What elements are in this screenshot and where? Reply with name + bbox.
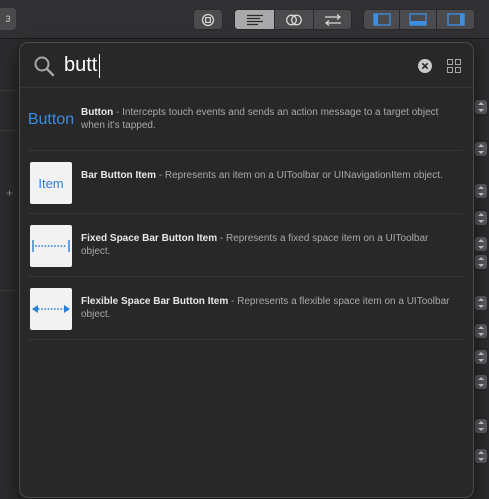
editor-standard-icon xyxy=(246,14,263,25)
inspector-stepper[interactable] xyxy=(475,350,487,364)
background-divider xyxy=(0,130,20,131)
inspector-stepper[interactable] xyxy=(475,211,487,225)
fixed-space-thumbnail xyxy=(30,225,72,267)
tab-badge[interactable]: 3 xyxy=(0,8,16,30)
add-icon[interactable]: + xyxy=(6,186,13,200)
inspector-stepper[interactable] xyxy=(475,324,487,338)
inspector-stepper[interactable] xyxy=(475,296,487,310)
item-summary: - Intercepts touch events and sends an a… xyxy=(81,107,439,131)
row-divider xyxy=(28,213,463,214)
assistant-editor-button[interactable] xyxy=(275,9,314,30)
toggle-utilities-button[interactable] xyxy=(437,9,475,30)
stop-icon xyxy=(201,13,215,26)
inspector-stepper[interactable] xyxy=(475,255,487,269)
background-divider xyxy=(0,290,20,291)
row-divider xyxy=(28,339,463,340)
library-item-fixed-space[interactable]: Fixed Space Bar Button Item - Represents… xyxy=(20,215,473,277)
clear-search-icon[interactable] xyxy=(418,59,432,73)
background-divider xyxy=(0,90,20,91)
item-description: Bar Button Item - Represents an item on … xyxy=(81,169,451,182)
item-title: Fixed Space Bar Button Item xyxy=(81,233,218,244)
inspector-stepper[interactable] xyxy=(475,237,487,251)
inspector-stepper[interactable] xyxy=(475,449,487,463)
item-title: Bar Button Item xyxy=(81,170,156,181)
utilities-panel-icon xyxy=(446,13,465,26)
bar-button-item-thumbnail: Item xyxy=(30,162,72,204)
editor-version-icon xyxy=(324,13,341,26)
item-description: Fixed Space Bar Button Item - Represents… xyxy=(81,232,451,258)
library-item-flexible-space[interactable]: Flexible Space Bar Button Item - Represe… xyxy=(20,278,473,340)
item-summary: - Represents an item on a UIToolbar or U… xyxy=(156,170,443,181)
flexible-space-icon xyxy=(32,305,70,313)
debug-panel-icon xyxy=(409,13,427,26)
fixed-space-icon xyxy=(32,240,70,252)
library-item-button[interactable]: Button Button - Intercepts touch events … xyxy=(20,89,473,151)
version-editor-button[interactable] xyxy=(314,9,352,30)
text-caret xyxy=(99,54,100,78)
object-library-popover: Button Button - Intercepts touch events … xyxy=(19,42,474,498)
row-divider xyxy=(28,150,463,151)
search-icon xyxy=(34,56,55,77)
inspector-stepper[interactable] xyxy=(475,184,487,198)
thumbnail-label: Item xyxy=(38,175,64,191)
stop-button[interactable] xyxy=(193,9,223,30)
toggle-debug-area-button[interactable] xyxy=(400,9,437,30)
library-item-bar-button-item[interactable]: Item Bar Button Item - Represents an ite… xyxy=(20,152,473,214)
toggle-navigator-button[interactable] xyxy=(363,9,400,30)
library-search-input[interactable] xyxy=(64,53,404,77)
row-divider xyxy=(28,276,463,277)
library-search-bar xyxy=(20,43,473,87)
item-description: Flexible Space Bar Button Item - Represe… xyxy=(81,295,451,321)
search-divider xyxy=(20,87,473,88)
item-title: Flexible Space Bar Button Item xyxy=(81,296,229,307)
item-title: Button xyxy=(81,107,114,118)
window-toolbar: 3 xyxy=(0,0,489,39)
editor-assistant-icon xyxy=(286,14,302,25)
grid-view-icon[interactable] xyxy=(447,59,461,73)
item-description: Button - Intercepts touch events and sen… xyxy=(81,106,451,132)
inspector-stepper[interactable] xyxy=(475,100,487,114)
flexible-space-thumbnail xyxy=(30,288,72,330)
navigator-panel-icon xyxy=(372,13,391,26)
inspector-stepper[interactable] xyxy=(475,142,487,156)
standard-editor-button[interactable] xyxy=(234,9,275,30)
button-thumbnail: Button xyxy=(24,99,78,141)
inspector-stepper[interactable] xyxy=(475,419,487,433)
inspector-stepper[interactable] xyxy=(475,375,487,389)
thumbnail-label: Button xyxy=(27,111,75,128)
